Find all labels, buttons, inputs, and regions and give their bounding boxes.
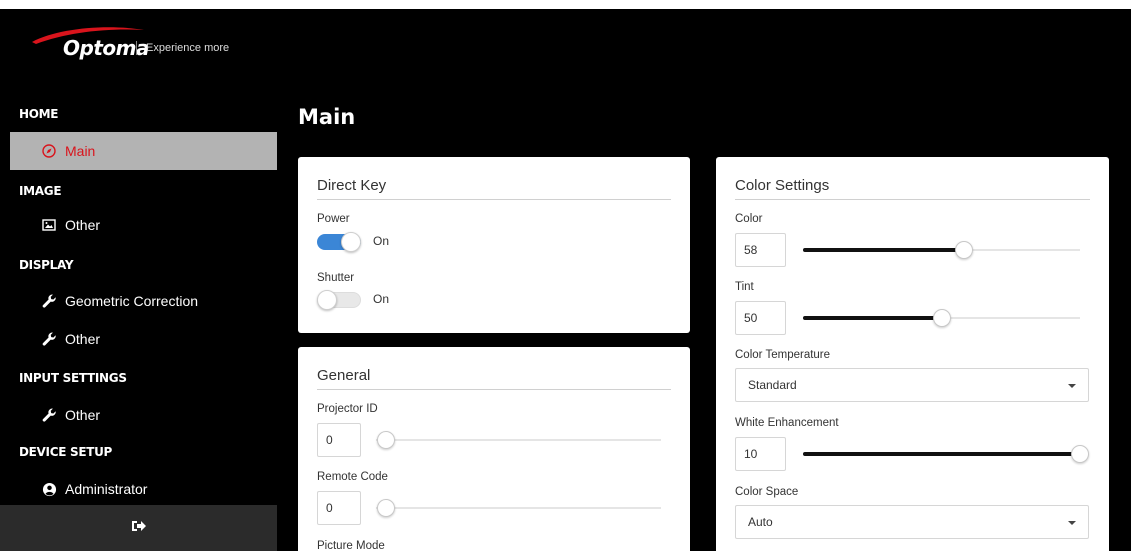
sidebar-item-label: Main [65, 143, 96, 159]
optoma-logo: Optoma Experience more [28, 19, 258, 69]
sidebar-item-input-other[interactable]: Other [0, 396, 277, 434]
remote-code-input[interactable]: 0 [317, 491, 361, 525]
caret-down-icon [1068, 384, 1076, 388]
shutter-toggle[interactable] [317, 290, 361, 310]
slider-thumb[interactable] [933, 309, 951, 327]
select-value: Standard [748, 378, 797, 392]
tint-slider[interactable] [803, 308, 1080, 328]
color-settings-card: Color Settings Color 58 Tint 50 Color Te… [716, 157, 1109, 551]
remote-code-slider[interactable] [376, 498, 661, 518]
sidebar-section-home: HOME [19, 107, 59, 121]
wrench-icon [39, 293, 59, 309]
sidebar-item-label: Other [65, 217, 101, 233]
sidebar: HOME Main IMAGE Other DISPLAY Geometric … [0, 75, 277, 551]
card-title: General [317, 367, 671, 390]
caret-down-icon [1068, 521, 1076, 525]
sidebar-section-display: DISPLAY [19, 258, 74, 272]
sidebar-item-label: Geometric Correction [65, 293, 199, 309]
sidebar-item-administrator[interactable]: Administrator [0, 470, 277, 508]
select-value: Auto [748, 515, 773, 529]
power-toggle[interactable] [317, 232, 361, 252]
logout-button[interactable] [0, 505, 277, 551]
sidebar-item-main[interactable]: Main [10, 132, 277, 170]
image-icon [39, 217, 59, 233]
app-frame: Optoma Experience more HOME Main IMAGE O… [0, 9, 1131, 551]
slider-fill [803, 248, 964, 252]
compass-icon [39, 143, 59, 159]
projector-id-slider[interactable] [376, 430, 661, 450]
white-enhancement-label: White Enhancement [735, 417, 839, 429]
wrench-icon [39, 331, 59, 347]
power-state: On [373, 234, 390, 248]
card-title: Direct Key [317, 177, 671, 200]
sign-out-icon [131, 519, 147, 538]
color-temperature-select[interactable]: Standard [735, 368, 1089, 402]
sidebar-item-label: Other [65, 331, 101, 347]
color-space-select[interactable]: Auto [735, 505, 1089, 539]
page-title: Main [298, 105, 356, 129]
card-title: Color Settings [735, 177, 1090, 200]
sidebar-section-device-setup: DEVICE SETUP [19, 445, 113, 459]
sidebar-item-label: Other [65, 407, 101, 423]
sidebar-item-display-other[interactable]: Other [0, 320, 277, 358]
user-circle-icon [39, 481, 59, 497]
color-input[interactable]: 58 [735, 233, 786, 267]
shutter-state: On [373, 292, 390, 306]
remote-code-label: Remote Code [317, 471, 388, 483]
sidebar-section-input-settings: INPUT SETTINGS [19, 371, 127, 385]
color-slider[interactable] [803, 240, 1080, 260]
slider-thumb[interactable] [377, 499, 395, 517]
sidebar-item-label: Administrator [65, 481, 148, 497]
sidebar-item-geometric-correction[interactable]: Geometric Correction [0, 282, 277, 320]
wrench-icon [39, 407, 59, 423]
logo-divider [136, 41, 137, 55]
general-card: General Projector ID 0 Remote Code 0 Pic… [298, 347, 690, 551]
color-label: Color [735, 213, 763, 225]
brand-tagline: Experience more [146, 42, 230, 54]
slider-thumb[interactable] [955, 241, 973, 259]
color-space-label: Color Space [735, 486, 799, 498]
sidebar-item-image-other[interactable]: Other [0, 206, 277, 244]
power-label: Power [317, 213, 350, 225]
toggle-knob [317, 290, 337, 310]
tint-input[interactable]: 50 [735, 301, 786, 335]
color-temperature-label: Color Temperature [735, 349, 831, 361]
slider-fill [803, 452, 1080, 456]
slider-rail [376, 439, 661, 441]
tint-label: Tint [735, 281, 754, 293]
sidebar-section-image: IMAGE [19, 184, 62, 198]
white-enhancement-input[interactable]: 10 [735, 437, 786, 471]
slider-thumb[interactable] [1071, 445, 1089, 463]
picture-mode-label: Picture Mode [317, 540, 385, 551]
white-enhancement-slider[interactable] [803, 444, 1089, 464]
shutter-label: Shutter [317, 272, 355, 284]
projector-id-input[interactable]: 0 [317, 423, 361, 457]
direct-key-card: Direct Key Power On Shutter On [298, 157, 690, 333]
projector-id-label: Projector ID [317, 403, 378, 415]
slider-thumb[interactable] [377, 431, 395, 449]
slider-fill [803, 316, 942, 320]
toggle-knob [341, 232, 361, 252]
slider-rail [376, 507, 661, 509]
